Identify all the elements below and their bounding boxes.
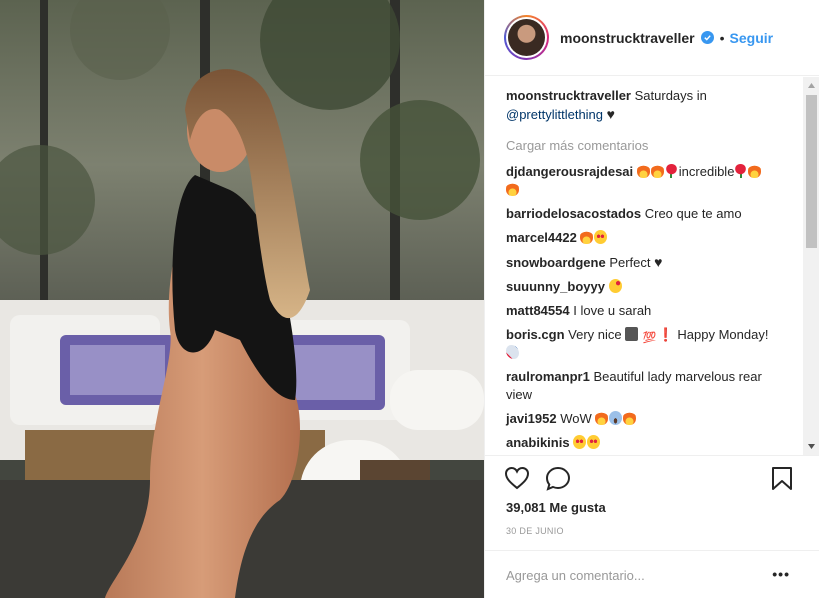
bookmark-icon[interactable]: [771, 466, 793, 494]
star-struck-emoji: [573, 435, 587, 449]
comment-text: WoW: [560, 411, 592, 426]
kiss-face-emoji: [608, 279, 622, 293]
exclamation-emoji: ❗: [657, 327, 674, 342]
comment-text: Perfect: [609, 255, 651, 270]
comment-item: matt84554 I love u sarah: [506, 302, 786, 320]
post-header: moonstrucktraveller • Seguir: [485, 0, 819, 76]
fire-emoji: [636, 164, 650, 178]
separator-dot: •: [719, 29, 725, 46]
comment-item: boris.cgn Very nice 💯❗ Happy Monday!: [506, 326, 786, 362]
comment-text: incredible: [678, 164, 735, 179]
comments-scrollbar[interactable]: [803, 77, 819, 455]
comment-username[interactable]: barriodelosacostados: [506, 206, 641, 221]
fire-emoji: [623, 411, 637, 425]
add-comment-input[interactable]: [506, 563, 756, 587]
comments-section: moonstrucktraveller Saturdays in @pretty…: [485, 77, 819, 455]
comment-text: Creo que te amo: [644, 206, 742, 221]
more-options-icon[interactable]: •••: [772, 566, 790, 582]
story-ring[interactable]: [504, 15, 549, 60]
comment-username[interactable]: snowboardgene: [506, 255, 606, 270]
caption: moonstrucktraveller Saturdays in @pretty…: [506, 87, 786, 124]
star-struck-emoji: [587, 435, 601, 449]
star-struck-emoji: [594, 230, 608, 244]
comment-username[interactable]: matt84554: [506, 303, 570, 318]
black-heart-emoji: ♥: [606, 106, 615, 122]
post-date[interactable]: 30 DE JUNIO: [506, 526, 564, 536]
comment-item: anabikinis: [506, 434, 786, 452]
comment-text: Very nice: [568, 327, 622, 342]
comment-item: snowboardgene Perfect ♥: [506, 253, 786, 272]
caption-mention[interactable]: @prettylittlething: [506, 107, 603, 122]
rose-emoji: [664, 164, 678, 178]
fire-emoji: [595, 411, 609, 425]
likes-count[interactable]: 39,081 Me gusta: [506, 500, 606, 515]
fire-emoji: [650, 164, 664, 178]
black-heart-emoji: ♥: [654, 254, 663, 270]
comment-username[interactable]: suuunny_boyyy: [506, 279, 605, 294]
add-comment-bar: •••: [485, 550, 819, 598]
comment-item: barriodelosacostados Creo que te amo: [506, 205, 786, 223]
screaming-face-emoji: [609, 411, 623, 425]
comment-username[interactable]: djdangerousrajdesai: [506, 164, 633, 179]
comment-text: I love u sarah: [573, 303, 652, 318]
post-image: [0, 0, 484, 598]
follow-button[interactable]: Seguir: [730, 30, 774, 46]
comment-list: moonstrucktraveller Saturdays in @pretty…: [485, 77, 819, 452]
avatar[interactable]: [508, 19, 545, 56]
comment-item: djdangerousrajdesai incredible: [506, 163, 786, 199]
fire-emoji: [506, 182, 519, 196]
fire-emoji: [580, 230, 594, 244]
post-photo[interactable]: [0, 0, 484, 598]
rose-emoji: [734, 164, 748, 178]
caption-text: Saturdays in: [634, 88, 707, 103]
comment-username[interactable]: anabikinis: [506, 435, 570, 450]
fire-emoji: [748, 164, 762, 178]
post-username[interactable]: moonstrucktraveller: [560, 30, 695, 46]
post-side-panel: moonstrucktraveller • Seguir moonstruckt…: [484, 0, 819, 598]
load-more-comments-button[interactable]: Cargar más comentarios: [506, 138, 786, 153]
comment-username[interactable]: javi1952: [506, 411, 557, 426]
avatar-frame: [506, 17, 547, 58]
verified-badge-icon: [700, 31, 714, 44]
comment-username[interactable]: marcel4422: [506, 230, 577, 245]
hundred-points-emoji: 💯: [642, 332, 657, 344]
heart-outline-icon[interactable]: [504, 466, 530, 493]
rocket-emoji: [506, 345, 519, 359]
camera-emoji: [625, 327, 639, 341]
comment-item: raulromanpr1 Beautiful lady marvelous re…: [506, 368, 786, 404]
comment-text-continued: Happy Monday!: [677, 327, 769, 342]
scroll-down-arrow-icon[interactable]: [803, 438, 819, 455]
comment-item: javi1952 WoW: [506, 410, 786, 428]
scroll-up-arrow-icon[interactable]: [803, 77, 819, 94]
caption-username[interactable]: moonstrucktraveller: [506, 88, 631, 103]
comment-item: marcel4422: [506, 229, 786, 247]
comment-username[interactable]: raulromanpr1: [506, 369, 590, 384]
comment-bubble-icon[interactable]: [545, 466, 571, 494]
comment-username[interactable]: boris.cgn: [506, 327, 565, 342]
post-actions: 39,081 Me gusta 30 DE JUNIO: [485, 455, 819, 550]
comment-item: suuunny_boyyy: [506, 278, 786, 296]
scrollbar-thumb[interactable]: [806, 95, 817, 248]
